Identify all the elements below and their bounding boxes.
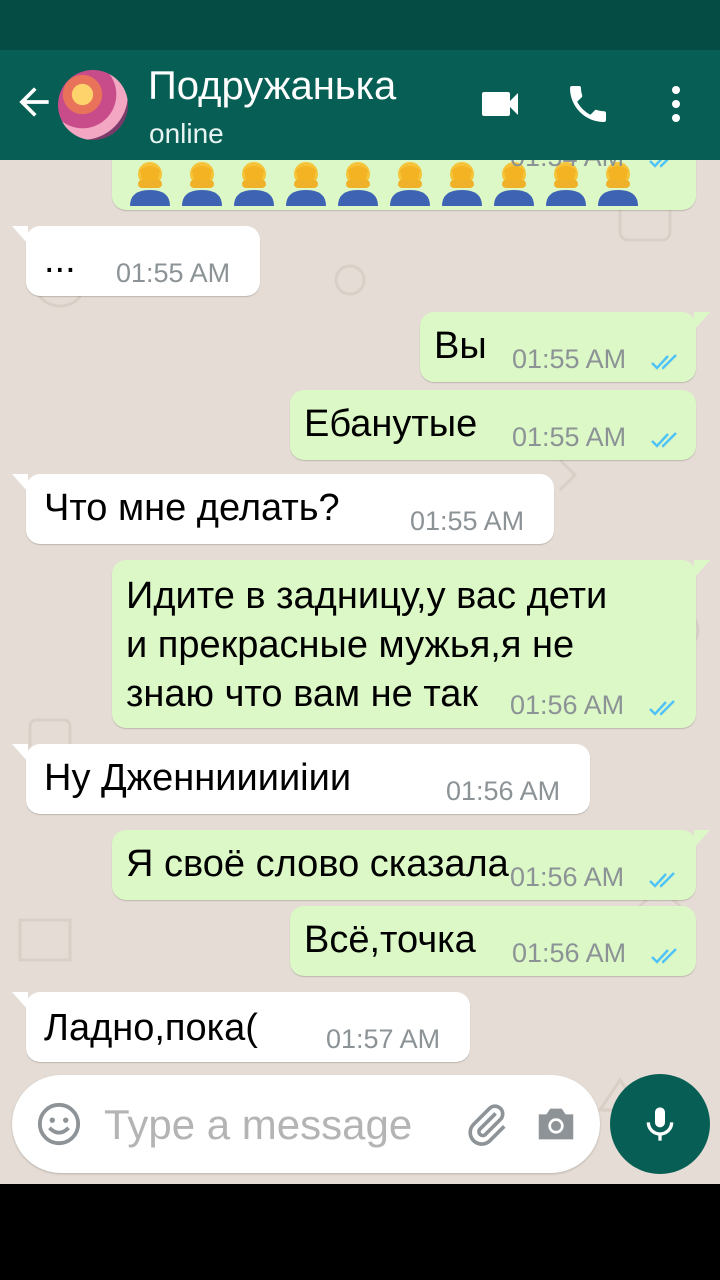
back-button[interactable] bbox=[12, 80, 56, 124]
arrow-left-icon bbox=[19, 87, 49, 117]
facepalm-emoji bbox=[280, 160, 332, 206]
message-time: 01:55 AM bbox=[512, 344, 627, 374]
message-text: ... bbox=[44, 239, 76, 281]
message-bubble-out[interactable]: Я своё слово сказала 01:56 AM bbox=[112, 830, 710, 900]
read-receipt-icon bbox=[649, 872, 675, 888]
voice-record-button[interactable] bbox=[610, 1074, 710, 1174]
message-bubble-in[interactable]: ... 01:55 AM bbox=[12, 226, 260, 296]
smiley-icon[interactable] bbox=[36, 1101, 82, 1147]
message-composer bbox=[12, 1075, 600, 1173]
voice-call-button[interactable] bbox=[564, 80, 612, 128]
read-receipt-icon bbox=[651, 432, 677, 448]
message-bubble-out[interactable]: Всё,точка 01:56 AM bbox=[290, 906, 696, 976]
facepalm-emoji bbox=[124, 160, 176, 206]
camera-icon[interactable] bbox=[532, 1101, 580, 1147]
paperclip-icon[interactable] bbox=[464, 1101, 510, 1147]
read-receipt-icon bbox=[649, 160, 669, 168]
facepalm-emoji bbox=[436, 160, 488, 206]
message-line-2: и прекрасные мужья,я не bbox=[126, 624, 575, 666]
message-line-3: знаю что вам не так bbox=[126, 673, 479, 715]
message-bubble-out[interactable]: 01:54 AM bbox=[112, 160, 696, 210]
chat-area[interactable]: 01:54 AM ... 01:55 AM Вы 01:55 AM Ебанут… bbox=[0, 160, 720, 1184]
message-bubble-in[interactable]: Ну Дженнииииiии 01:56 AM bbox=[12, 744, 590, 814]
message-text: Я своё слово сказала bbox=[126, 843, 509, 885]
message-text: Вы bbox=[434, 325, 487, 367]
message-text: Ладно,пока( bbox=[44, 1007, 258, 1049]
message-bubble-out[interactable]: Ебанутые 01:55 AM bbox=[290, 390, 696, 460]
video-camera-icon bbox=[482, 92, 518, 116]
system-navigation-bar bbox=[0, 1184, 720, 1280]
message-text: Всё,точка bbox=[304, 919, 476, 961]
contact-name[interactable]: Подружанька bbox=[148, 64, 396, 109]
read-receipt-icon bbox=[651, 354, 677, 370]
message-line-1: Идите в задницу,у вас дети bbox=[126, 575, 608, 617]
message-time: 01:56 AM bbox=[510, 690, 625, 720]
contact-status: online bbox=[149, 118, 224, 149]
menu-button[interactable] bbox=[652, 80, 700, 128]
status-bar bbox=[0, 0, 720, 50]
more-vertical-icon bbox=[672, 86, 680, 122]
message-input[interactable] bbox=[104, 1097, 464, 1153]
microphone-icon bbox=[646, 1107, 674, 1141]
message-bubble-out[interactable]: Вы 01:55 AM bbox=[420, 312, 710, 382]
facepalm-emoji bbox=[176, 160, 228, 206]
message-text: Что мне делать? bbox=[44, 487, 340, 529]
message-time: 01:57 AM bbox=[326, 1024, 441, 1054]
message-bubble-in[interactable]: Ладно,пока( 01:57 AM bbox=[12, 992, 470, 1062]
message-time: 01:55 AM bbox=[512, 422, 627, 452]
facepalm-emoji bbox=[332, 160, 384, 206]
message-time: 01:54 AM bbox=[510, 160, 624, 173]
read-receipt-icon bbox=[651, 948, 677, 964]
avatar[interactable] bbox=[58, 70, 128, 140]
message-time: 01:56 AM bbox=[512, 938, 627, 968]
message-time: 01:55 AM bbox=[410, 506, 525, 536]
message-bubble-out[interactable]: Идите в задницу,у вас дети и прекрасные … bbox=[112, 560, 710, 728]
message-time: 01:55 AM bbox=[116, 258, 231, 288]
message-text: Ну Дженнииииiии bbox=[44, 757, 352, 799]
facepalm-emoji bbox=[384, 160, 436, 206]
video-call-button[interactable] bbox=[476, 80, 524, 128]
phone-icon bbox=[570, 86, 606, 122]
facepalm-emoji bbox=[228, 160, 280, 206]
chat-header: Подружанька online bbox=[0, 50, 720, 160]
message-bubble-in[interactable]: Что мне делать? 01:55 AM bbox=[12, 474, 554, 544]
message-time: 01:56 AM bbox=[446, 776, 561, 806]
read-receipt-icon bbox=[649, 700, 675, 716]
message-time: 01:56 AM bbox=[510, 862, 625, 892]
message-text: Ебанутые bbox=[304, 403, 478, 445]
